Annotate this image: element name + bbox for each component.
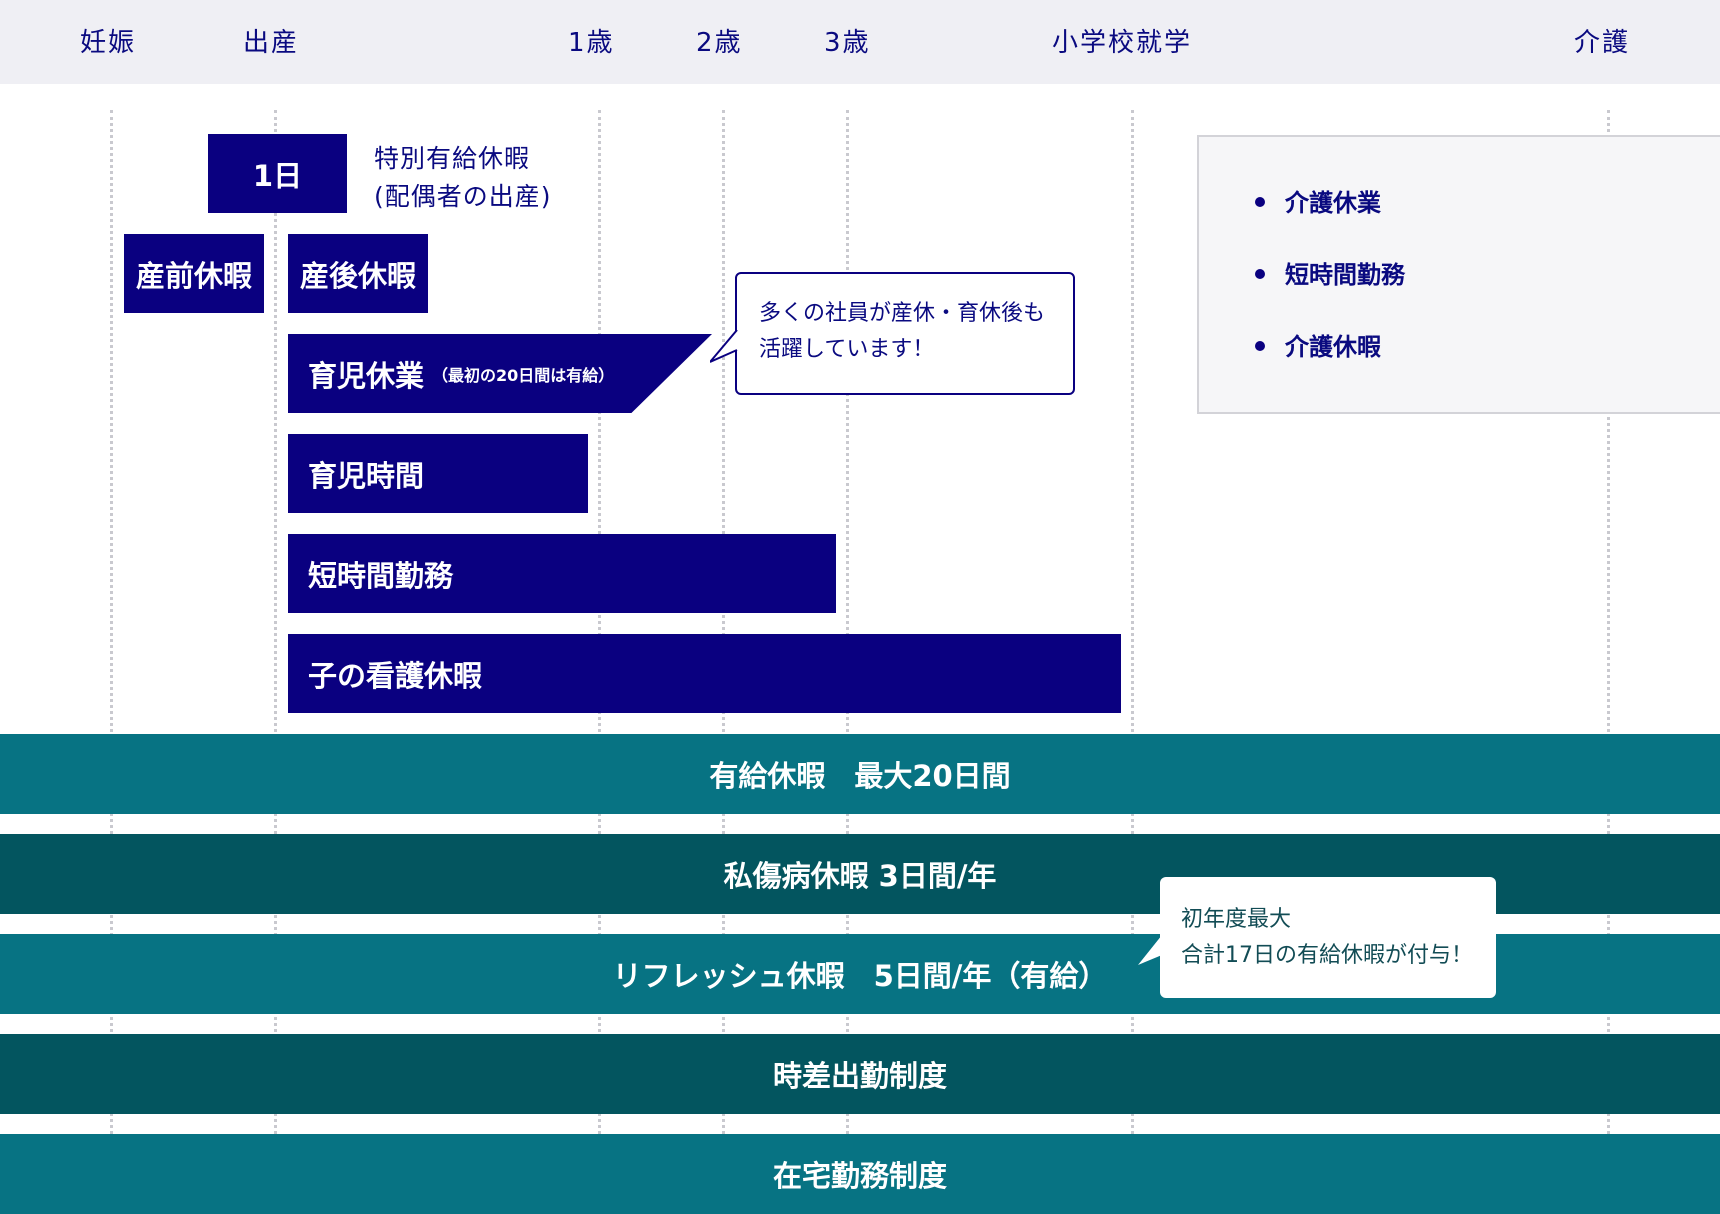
remote-work-label: 在宅勤務制度 xyxy=(772,1159,947,1193)
remote-work-band: 在宅勤務制度 xyxy=(0,1134,1720,1214)
prenatal-leave-bar: 産前休暇 xyxy=(124,234,264,313)
short-hours-label: 短時間勤務 xyxy=(308,558,454,593)
paid-bubble-line2: 合計17日の有給休暇が付与！ xyxy=(1181,943,1473,968)
care-item-holiday: 介護休暇 xyxy=(1255,327,1381,362)
special-leave-note: 特別有給休暇 (配偶者の出産) xyxy=(374,140,552,216)
special-leave-badge: 1日 xyxy=(208,134,347,213)
header-label-age-1: 1歳 xyxy=(568,28,615,58)
postnatal-leave-label: 産後休暇 xyxy=(299,258,416,293)
header-label-pregnancy: 妊娠 xyxy=(80,28,137,58)
paid-leave-band: 有給休暇 最大20日間 xyxy=(0,734,1720,814)
header-label-birth: 出産 xyxy=(243,28,300,58)
bullet-icon xyxy=(1255,269,1265,279)
header-label-age-2: 2歳 xyxy=(696,28,743,58)
header-label-school-entry: 小学校就学 xyxy=(1052,28,1193,58)
childcare-time-label: 育児時間 xyxy=(308,458,425,493)
prenatal-leave-label: 産前休暇 xyxy=(135,258,252,293)
short-hours-bar: 短時間勤務 xyxy=(288,534,836,613)
childcare-leave-note: （最初の20日間は有給） xyxy=(432,365,615,385)
care-item-short-hours: 短時間勤務 xyxy=(1255,255,1405,290)
special-leave-note-line1: 特別有給休暇 xyxy=(374,144,531,173)
care-item-holiday-label: 介護休暇 xyxy=(1285,333,1381,361)
child-nursing-leave-label: 子の看護休暇 xyxy=(308,658,483,693)
sick-leave-label: 私傷病休暇 3日間/年 xyxy=(723,859,997,893)
timeline-header: 妊娠 出産 1歳 2歳 3歳 小学校就学 介護 xyxy=(0,0,1720,84)
childcare-bubble-tail xyxy=(710,330,738,363)
paid-bubble-line1: 初年度最大 xyxy=(1181,907,1292,932)
child-nursing-leave-bar: 子の看護休暇 xyxy=(288,634,1121,713)
special-leave-note-line2: (配偶者の出産) xyxy=(374,182,552,211)
refresh-leave-label: リフレッシュ休暇 5日間/年（有給） xyxy=(612,959,1108,993)
bullet-icon xyxy=(1255,341,1265,351)
header-label-nursing-care: 介護 xyxy=(1574,28,1631,58)
care-item-leave: 介護休業 xyxy=(1255,183,1381,218)
childcare-bubble-line1: 多くの社員が産休・育休後も xyxy=(759,301,1046,326)
childcare-bubble-line2: 活躍しています！ xyxy=(759,337,935,362)
childcare-speech-bubble: 多くの社員が産休・育休後も 活躍しています！ xyxy=(735,272,1075,395)
paid-bubble-tail xyxy=(1138,935,1162,965)
nursing-care-box: 介護休業 短時間勤務 介護休暇 xyxy=(1197,135,1720,414)
care-item-short-hours-label: 短時間勤務 xyxy=(1285,261,1405,289)
bullet-icon xyxy=(1255,197,1265,207)
childcare-leave-bar: 育児休業 （最初の20日間は有給） xyxy=(288,334,712,413)
childcare-time-bar: 育児時間 xyxy=(288,434,588,513)
special-leave-badge-text: 1日 xyxy=(252,158,303,193)
staggered-commute-label: 時差出勤制度 xyxy=(772,1059,947,1093)
header-label-age-3: 3歳 xyxy=(824,28,871,58)
postnatal-leave-bar: 産後休暇 xyxy=(288,234,428,313)
staggered-commute-band: 時差出勤制度 xyxy=(0,1034,1720,1114)
paid-leave-speech-bubble: 初年度最大 合計17日の有給休暇が付与！ xyxy=(1160,877,1496,998)
childcare-leave-label: 育児休業 xyxy=(308,358,425,393)
paid-leave-label: 有給休暇 最大20日間 xyxy=(709,759,1011,793)
care-item-leave-label: 介護休業 xyxy=(1285,189,1381,217)
